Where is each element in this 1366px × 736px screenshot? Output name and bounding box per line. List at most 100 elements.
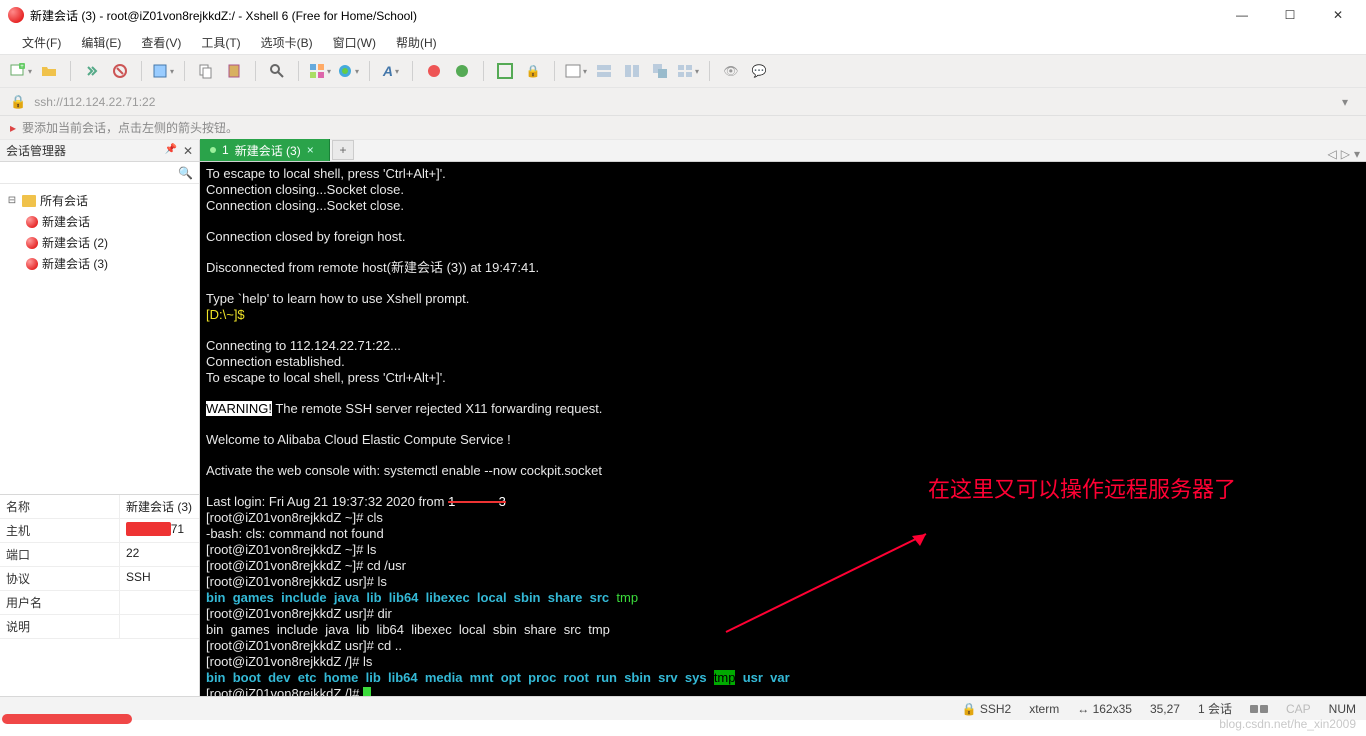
tile-h-icon[interactable]: [593, 60, 615, 82]
tree-item-3[interactable]: 新建会话 (3): [6, 253, 193, 274]
menu-file[interactable]: 文件(F): [14, 32, 69, 53]
tab-close-icon[interactable]: ×: [307, 143, 314, 157]
encoding-icon[interactable]: [309, 60, 331, 82]
transparent-icon[interactable]: 🔒: [522, 60, 544, 82]
session-tree: ⊟ 所有会话 新建会话 新建会话 (2) 新建会话 (3): [0, 184, 199, 494]
expand-icon[interactable]: ⊟: [6, 195, 18, 206]
prop-key: 说明: [0, 615, 120, 638]
separator: [483, 61, 484, 81]
session-icon: [26, 237, 38, 249]
status-size: 162x35: [1093, 702, 1132, 716]
cursor: [363, 687, 371, 696]
separator: [554, 61, 555, 81]
sidebar-search[interactable]: 🔍: [0, 162, 199, 184]
new-tab-button[interactable]: +: [332, 140, 354, 160]
separator: [70, 61, 71, 81]
menu-window[interactable]: 窗口(W): [325, 32, 384, 53]
tab-label: 新建会话 (3): [235, 142, 301, 159]
main-area: 会话管理器 📌 ✕ 🔍 ⊟ 所有会话 新建会话 新建会话 (2): [0, 140, 1366, 696]
help-icon[interactable]: 💬: [748, 60, 770, 82]
address-url[interactable]: ssh://112.124.22.71:22: [34, 95, 1326, 109]
prop-value: [120, 615, 199, 638]
open-session-icon[interactable]: [38, 60, 60, 82]
status-cap: CAP: [1286, 702, 1311, 716]
layout-icon[interactable]: [565, 60, 587, 82]
tree-item-1[interactable]: 新建会话: [6, 211, 193, 232]
tree-item-label: 新建会话 (3): [42, 255, 108, 272]
broadcast-icon[interactable]: [677, 60, 699, 82]
tab-menu-icon[interactable]: ▾: [1354, 147, 1360, 161]
tile-v-icon[interactable]: [621, 60, 643, 82]
menu-tabs[interactable]: 选项卡(B): [253, 32, 321, 53]
annotation-text: 在这里又可以操作远程服务器了: [928, 482, 1236, 497]
titlebar: 新建会话 (3) - root@iZ01von8rejkkdZ:/ - Xshe…: [0, 0, 1366, 30]
minimize-button[interactable]: —: [1222, 1, 1262, 29]
session-icon: [26, 258, 38, 270]
folder-icon: [22, 195, 36, 207]
tab-prev-icon[interactable]: ◁: [1328, 147, 1337, 161]
prop-row: 端口22: [0, 543, 199, 567]
properties-icon[interactable]: [152, 60, 174, 82]
font-icon[interactable]: A: [380, 60, 402, 82]
tab-next-icon[interactable]: ▷: [1341, 147, 1350, 161]
prop-value: 22: [120, 543, 199, 566]
prop-value: [120, 591, 199, 614]
cascade-icon[interactable]: [649, 60, 671, 82]
addressbar: 🔒 ssh://112.124.22.71:22 ▾: [0, 88, 1366, 116]
close-button[interactable]: ✕: [1318, 1, 1358, 29]
status-pos: 35,27: [1150, 702, 1180, 716]
lock-icon: 🔒: [10, 94, 26, 110]
separator: [255, 61, 256, 81]
infobar: ▸ 要添加当前会话，点击左侧的箭头按钮。: [0, 116, 1366, 140]
separator: [412, 61, 413, 81]
menubar: 文件(F) 编辑(E) 查看(V) 工具(T) 选项卡(B) 窗口(W) 帮助(…: [0, 30, 1366, 54]
find-icon[interactable]: [266, 60, 288, 82]
xftp-icon[interactable]: [451, 60, 473, 82]
disconnect-icon[interactable]: [109, 60, 131, 82]
prop-value: 新建会话 (3): [120, 495, 199, 518]
xagent-icon[interactable]: [423, 60, 445, 82]
tree-item-2[interactable]: 新建会话 (2): [6, 232, 193, 253]
prop-row: 主机 71: [0, 519, 199, 543]
prop-value: 71: [120, 519, 199, 542]
sidebar-close-icon[interactable]: ✕: [183, 144, 193, 158]
menu-help[interactable]: 帮助(H): [388, 32, 445, 53]
red-annotation-smudge: [2, 714, 132, 724]
statusbar: 🔒 SSH2 xterm ↔ 162x35 35,27 1 会话 CAP NUM: [0, 696, 1366, 720]
status-ssh: SSH2: [980, 702, 1011, 716]
tab-number: 1: [222, 143, 229, 157]
masked-ip: [126, 522, 171, 536]
separator: [141, 61, 142, 81]
app-icon: [8, 7, 24, 23]
separator: [184, 61, 185, 81]
address-dropdown-icon[interactable]: ▾: [1334, 95, 1356, 109]
menu-edit[interactable]: 编辑(E): [73, 32, 129, 53]
sidebar-header: 会话管理器 📌 ✕: [0, 140, 199, 162]
flag-icon: ▸: [10, 121, 16, 135]
session-icon: [26, 216, 38, 228]
prop-row: 名称新建会话 (3): [0, 495, 199, 519]
fullscreen-icon[interactable]: [494, 60, 516, 82]
status-dot-icon: [210, 147, 216, 153]
prop-key: 主机: [0, 519, 120, 542]
new-session-icon[interactable]: +: [10, 60, 32, 82]
prop-key: 端口: [0, 543, 120, 566]
separator: [709, 61, 710, 81]
terminal[interactable]: To escape to local shell, press 'Ctrl+Al…: [200, 162, 1366, 696]
status-term: xterm: [1029, 702, 1059, 716]
lock-icon[interactable]: 👁: [720, 60, 742, 82]
menu-tools[interactable]: 工具(T): [193, 32, 248, 53]
prop-row: 用户名: [0, 591, 199, 615]
pin-icon[interactable]: 📌: [164, 144, 176, 158]
maximize-button[interactable]: ☐: [1270, 1, 1310, 29]
menu-view[interactable]: 查看(V): [133, 32, 189, 53]
prop-key: 协议: [0, 567, 120, 590]
color-scheme-icon[interactable]: [337, 60, 359, 82]
reconnect-icon[interactable]: [81, 60, 103, 82]
paste-icon[interactable]: [223, 60, 245, 82]
toolbar: + A 🔒 👁 💬: [0, 54, 1366, 88]
terminal-tab[interactable]: 1 新建会话 (3) ×: [200, 139, 330, 161]
sidebar: 会话管理器 📌 ✕ 🔍 ⊟ 所有会话 新建会话 新建会话 (2): [0, 140, 200, 696]
tree-root[interactable]: ⊟ 所有会话: [6, 190, 193, 211]
copy-icon[interactable]: [195, 60, 217, 82]
